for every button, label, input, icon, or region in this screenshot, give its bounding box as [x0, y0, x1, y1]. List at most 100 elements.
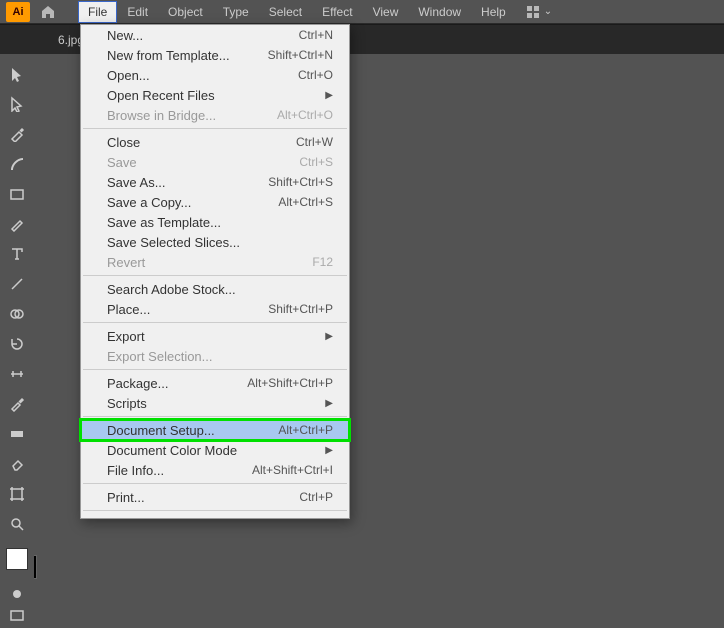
menu-item-label: Save	[107, 155, 137, 170]
menu-window[interactable]: Window	[408, 1, 471, 23]
menu-item-label: Browse in Bridge...	[107, 108, 216, 123]
menu-item-save-selected-slices[interactable]: Save Selected Slices...	[81, 232, 349, 252]
menu-item-shortcut: Alt+Shift+Ctrl+I	[252, 463, 333, 477]
workspace-switcher[interactable]: ⌄	[526, 5, 552, 19]
menu-item-label: Export Selection...	[107, 349, 213, 364]
menu-separator	[83, 275, 347, 276]
tools-panel	[0, 54, 34, 628]
draw-mode-indicator[interactable]	[13, 590, 21, 598]
menu-item-label: Close	[107, 135, 140, 150]
menu-item-document-setup[interactable]: Document Setup... Alt+Ctrl+P	[81, 420, 349, 440]
menu-item-shortcut: Alt+Shift+Ctrl+P	[247, 376, 333, 390]
menu-item-document-color-mode[interactable]: Document Color Mode ▶	[81, 440, 349, 460]
menu-item-label: Scripts	[107, 396, 147, 411]
eraser-tool[interactable]	[5, 452, 29, 476]
submenu-arrow-icon: ▶	[325, 331, 333, 342]
menu-item-shortcut: Ctrl+N	[299, 28, 333, 42]
menu-edit[interactable]: Edit	[117, 1, 158, 23]
menu-item-new-from-template[interactable]: New from Template... Shift+Ctrl+N	[81, 45, 349, 65]
menu-item-search-adobe-stock[interactable]: Search Adobe Stock...	[81, 279, 349, 299]
menu-item-save-as[interactable]: Save As... Shift+Ctrl+S	[81, 172, 349, 192]
menu-separator	[83, 128, 347, 129]
menu-item-shortcut: Ctrl+S	[299, 155, 333, 169]
menu-item-label: New from Template...	[107, 48, 230, 63]
menu-item-label: Save a Copy...	[107, 195, 191, 210]
submenu-arrow-icon: ▶	[325, 445, 333, 456]
menu-type[interactable]: Type	[213, 1, 259, 23]
menu-item-label: File Info...	[107, 463, 164, 478]
menu-separator	[83, 483, 347, 484]
menu-item-shortcut: Shift+Ctrl+P	[268, 302, 333, 316]
menu-item-shortcut: Alt+Ctrl+P	[278, 423, 333, 437]
menu-item-save-a-copy[interactable]: Save a Copy... Alt+Ctrl+S	[81, 192, 349, 212]
menu-item-label: Place...	[107, 302, 150, 317]
shape-builder-tool[interactable]	[5, 302, 29, 326]
menu-item-label: Package...	[107, 376, 168, 391]
menu-item-close[interactable]: CloseCtrl+W	[81, 132, 349, 152]
menubar: Ai FileEditObjectTypeSelectEffectViewWin…	[0, 0, 724, 24]
menu-item-browse-in-bridge: Browse in Bridge...Alt+Ctrl+O	[81, 105, 349, 125]
menu-item-shortcut: Ctrl+P	[299, 490, 333, 504]
menu-item-save: Save Ctrl+S	[81, 152, 349, 172]
line-tool[interactable]	[5, 272, 29, 296]
eyedropper-tool[interactable]	[5, 392, 29, 416]
menu-item-open-recent-files[interactable]: Open Recent Files ▶	[81, 85, 349, 105]
menu-item-save-as-template[interactable]: Save as Template...	[81, 212, 349, 232]
pen-tool[interactable]	[5, 122, 29, 146]
menu-item-label: Save as Template...	[107, 215, 221, 230]
menu-item-new[interactable]: New... Ctrl+N	[81, 25, 349, 45]
menu-item-label: Document Color Mode	[107, 443, 237, 458]
menu-item-label: Open...	[107, 68, 150, 83]
direct-selection-tool[interactable]	[5, 92, 29, 116]
menu-item-label: Search Adobe Stock...	[107, 282, 236, 297]
gradient-tool[interactable]	[5, 422, 29, 446]
menu-item-label: Document Setup...	[107, 423, 215, 438]
menu-item-label: Revert	[107, 255, 145, 270]
menu-item-shortcut: Shift+Ctrl+S	[268, 175, 333, 189]
menu-effect[interactable]: Effect	[312, 1, 362, 23]
type-tool[interactable]	[5, 242, 29, 266]
menu-item-shortcut: Ctrl+O	[298, 68, 333, 82]
rectangle-tool[interactable]	[5, 182, 29, 206]
paintbrush-tool[interactable]	[5, 212, 29, 236]
menu-item-label: New...	[107, 28, 143, 43]
selection-tool[interactable]	[5, 62, 29, 86]
screen-mode-tool[interactable]	[5, 604, 29, 628]
menu-item-open[interactable]: Open... Ctrl+O	[81, 65, 349, 85]
menu-item-export-selection: Export Selection...	[81, 346, 349, 366]
menu-view[interactable]: View	[363, 1, 409, 23]
width-tool[interactable]	[5, 362, 29, 386]
menu-select[interactable]: Select	[259, 1, 312, 23]
menu-item-print[interactable]: Print... Ctrl+P	[81, 487, 349, 507]
app-logo: Ai	[6, 2, 30, 22]
menu-separator	[83, 322, 347, 323]
fill-stroke-swatch[interactable]	[6, 548, 28, 570]
menu-item-shortcut: Alt+Ctrl+S	[278, 195, 333, 209]
submenu-arrow-icon: ▶	[325, 398, 333, 409]
menu-item-label: Save Selected Slices...	[107, 235, 240, 250]
menu-separator	[83, 369, 347, 370]
home-icon[interactable]	[38, 2, 58, 22]
curvature-tool[interactable]	[5, 152, 29, 176]
menu-separator	[83, 510, 347, 511]
menu-object[interactable]: Object	[158, 1, 213, 23]
rotate-tool[interactable]	[5, 332, 29, 356]
artboard-tool[interactable]	[5, 482, 29, 506]
menu-item-label: Export	[107, 329, 145, 344]
menu-item-file-info[interactable]: File Info... Alt+Shift+Ctrl+I	[81, 460, 349, 480]
menu-item-label: Open Recent Files	[107, 88, 215, 103]
menu-item-label: Print...	[107, 490, 145, 505]
zoom-tool[interactable]	[5, 512, 29, 536]
menu-item-place[interactable]: Place... Shift+Ctrl+P	[81, 299, 349, 319]
menu-item-shortcut: Shift+Ctrl+N	[268, 48, 333, 62]
menu-separator	[83, 416, 347, 417]
menu-item-scripts[interactable]: Scripts ▶	[81, 393, 349, 413]
menu-item-package[interactable]: Package... Alt+Shift+Ctrl+P	[81, 373, 349, 393]
menu-help[interactable]: Help	[471, 1, 516, 23]
menu-file[interactable]: File	[78, 1, 117, 23]
submenu-arrow-icon: ▶	[325, 90, 333, 101]
menu-item-export[interactable]: Export ▶	[81, 326, 349, 346]
menu-item-revert: Revert F12	[81, 252, 349, 272]
menu-item-shortcut: F12	[312, 255, 333, 269]
menu-item-label: Save As...	[107, 175, 166, 190]
